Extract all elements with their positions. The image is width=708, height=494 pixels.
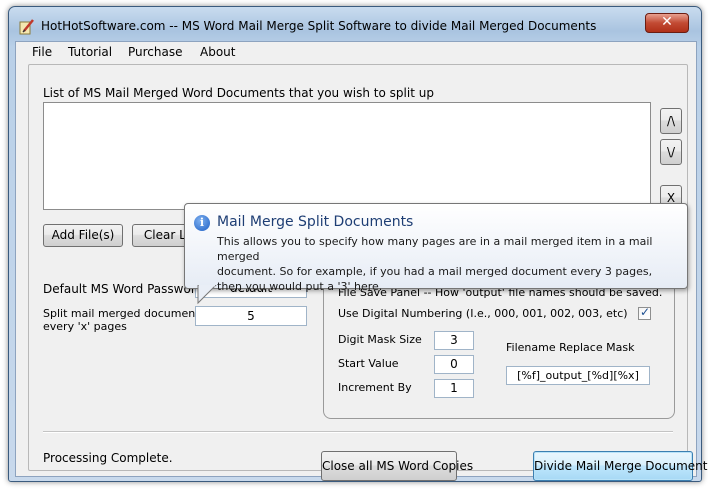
tooltip-line-3: then you would put a '3' here. xyxy=(217,280,383,293)
menu-tutorial[interactable]: Tutorial xyxy=(68,45,112,59)
footer-separator xyxy=(43,431,673,433)
replace-mask-field[interactable]: [%f]_output_[%d][%x] xyxy=(506,366,650,385)
menu-purchase[interactable]: Purchase xyxy=(128,45,183,59)
app-pen-icon xyxy=(19,19,34,35)
file-list-label: List of MS Mail Merged Word Documents th… xyxy=(43,86,434,100)
replace-mask-label: Filename Replace Mask xyxy=(506,341,635,354)
split-pages-field[interactable]: 5 xyxy=(195,306,307,326)
tooltip-tail xyxy=(197,285,217,305)
info-icon: i xyxy=(194,215,210,231)
window-title: HotHotSoftware.com -- MS Word Mail Merge… xyxy=(41,19,597,33)
tooltip-line-2: document. So for example, if you had a m… xyxy=(217,265,653,278)
menu-file[interactable]: File xyxy=(32,45,52,59)
digit-mask-field[interactable]: 3 xyxy=(434,331,474,350)
increment-field[interactable]: 1 xyxy=(434,379,474,398)
start-value-label: Start Value xyxy=(338,357,399,370)
up-arrow-icon: /\ xyxy=(666,114,676,128)
checkmark-icon: ✓ xyxy=(640,305,651,319)
status-text: Processing Complete. xyxy=(43,451,173,465)
digit-mask-label: Digit Mask Size xyxy=(338,333,422,346)
title-bar[interactable]: HotHotSoftware.com -- MS Word Mail Merge… xyxy=(9,7,701,41)
increment-label: Increment By xyxy=(338,381,412,394)
tooltip-title: Mail Merge Split Documents xyxy=(217,214,414,230)
password-label: Default MS Word Password xyxy=(43,282,204,296)
file-save-panel: File Save Panel -- How 'output' file nam… xyxy=(323,279,675,419)
down-arrow-icon: \/ xyxy=(666,145,676,159)
split-pages-label-line2: every 'x' pages xyxy=(43,320,127,333)
file-list[interactable] xyxy=(43,102,651,210)
start-value-field[interactable]: 0 xyxy=(434,355,474,374)
tooltip-line-1: This allows you to specify how many page… xyxy=(217,235,653,263)
close-word-copies-button[interactable]: Close all MS Word Copies xyxy=(321,451,473,481)
split-pages-label: Split mail merged documents xyxy=(43,307,206,320)
move-down-button[interactable]: \/ xyxy=(660,139,682,165)
menu-bar: File Tutorial Purchase About xyxy=(16,42,696,62)
digital-numbering-checkbox[interactable]: ✓ xyxy=(638,305,651,320)
close-window-button[interactable]: ✕ xyxy=(645,13,689,33)
menu-about[interactable]: About xyxy=(200,45,235,59)
add-files-button[interactable]: Add File(s) xyxy=(43,224,123,247)
tooltip-body: This allows you to specify how many page… xyxy=(217,234,679,294)
close-icon: ✕ xyxy=(661,14,673,30)
move-up-button[interactable]: /\ xyxy=(660,108,682,134)
tooltip-balloon: i Mail Merge Split Documents This allows… xyxy=(184,203,688,293)
divide-documents-button[interactable]: Divide Mail Merge Documents! xyxy=(533,451,708,481)
digital-numbering-label: Use Digital Numbering (I.e., 000, 001, 0… xyxy=(338,307,628,320)
